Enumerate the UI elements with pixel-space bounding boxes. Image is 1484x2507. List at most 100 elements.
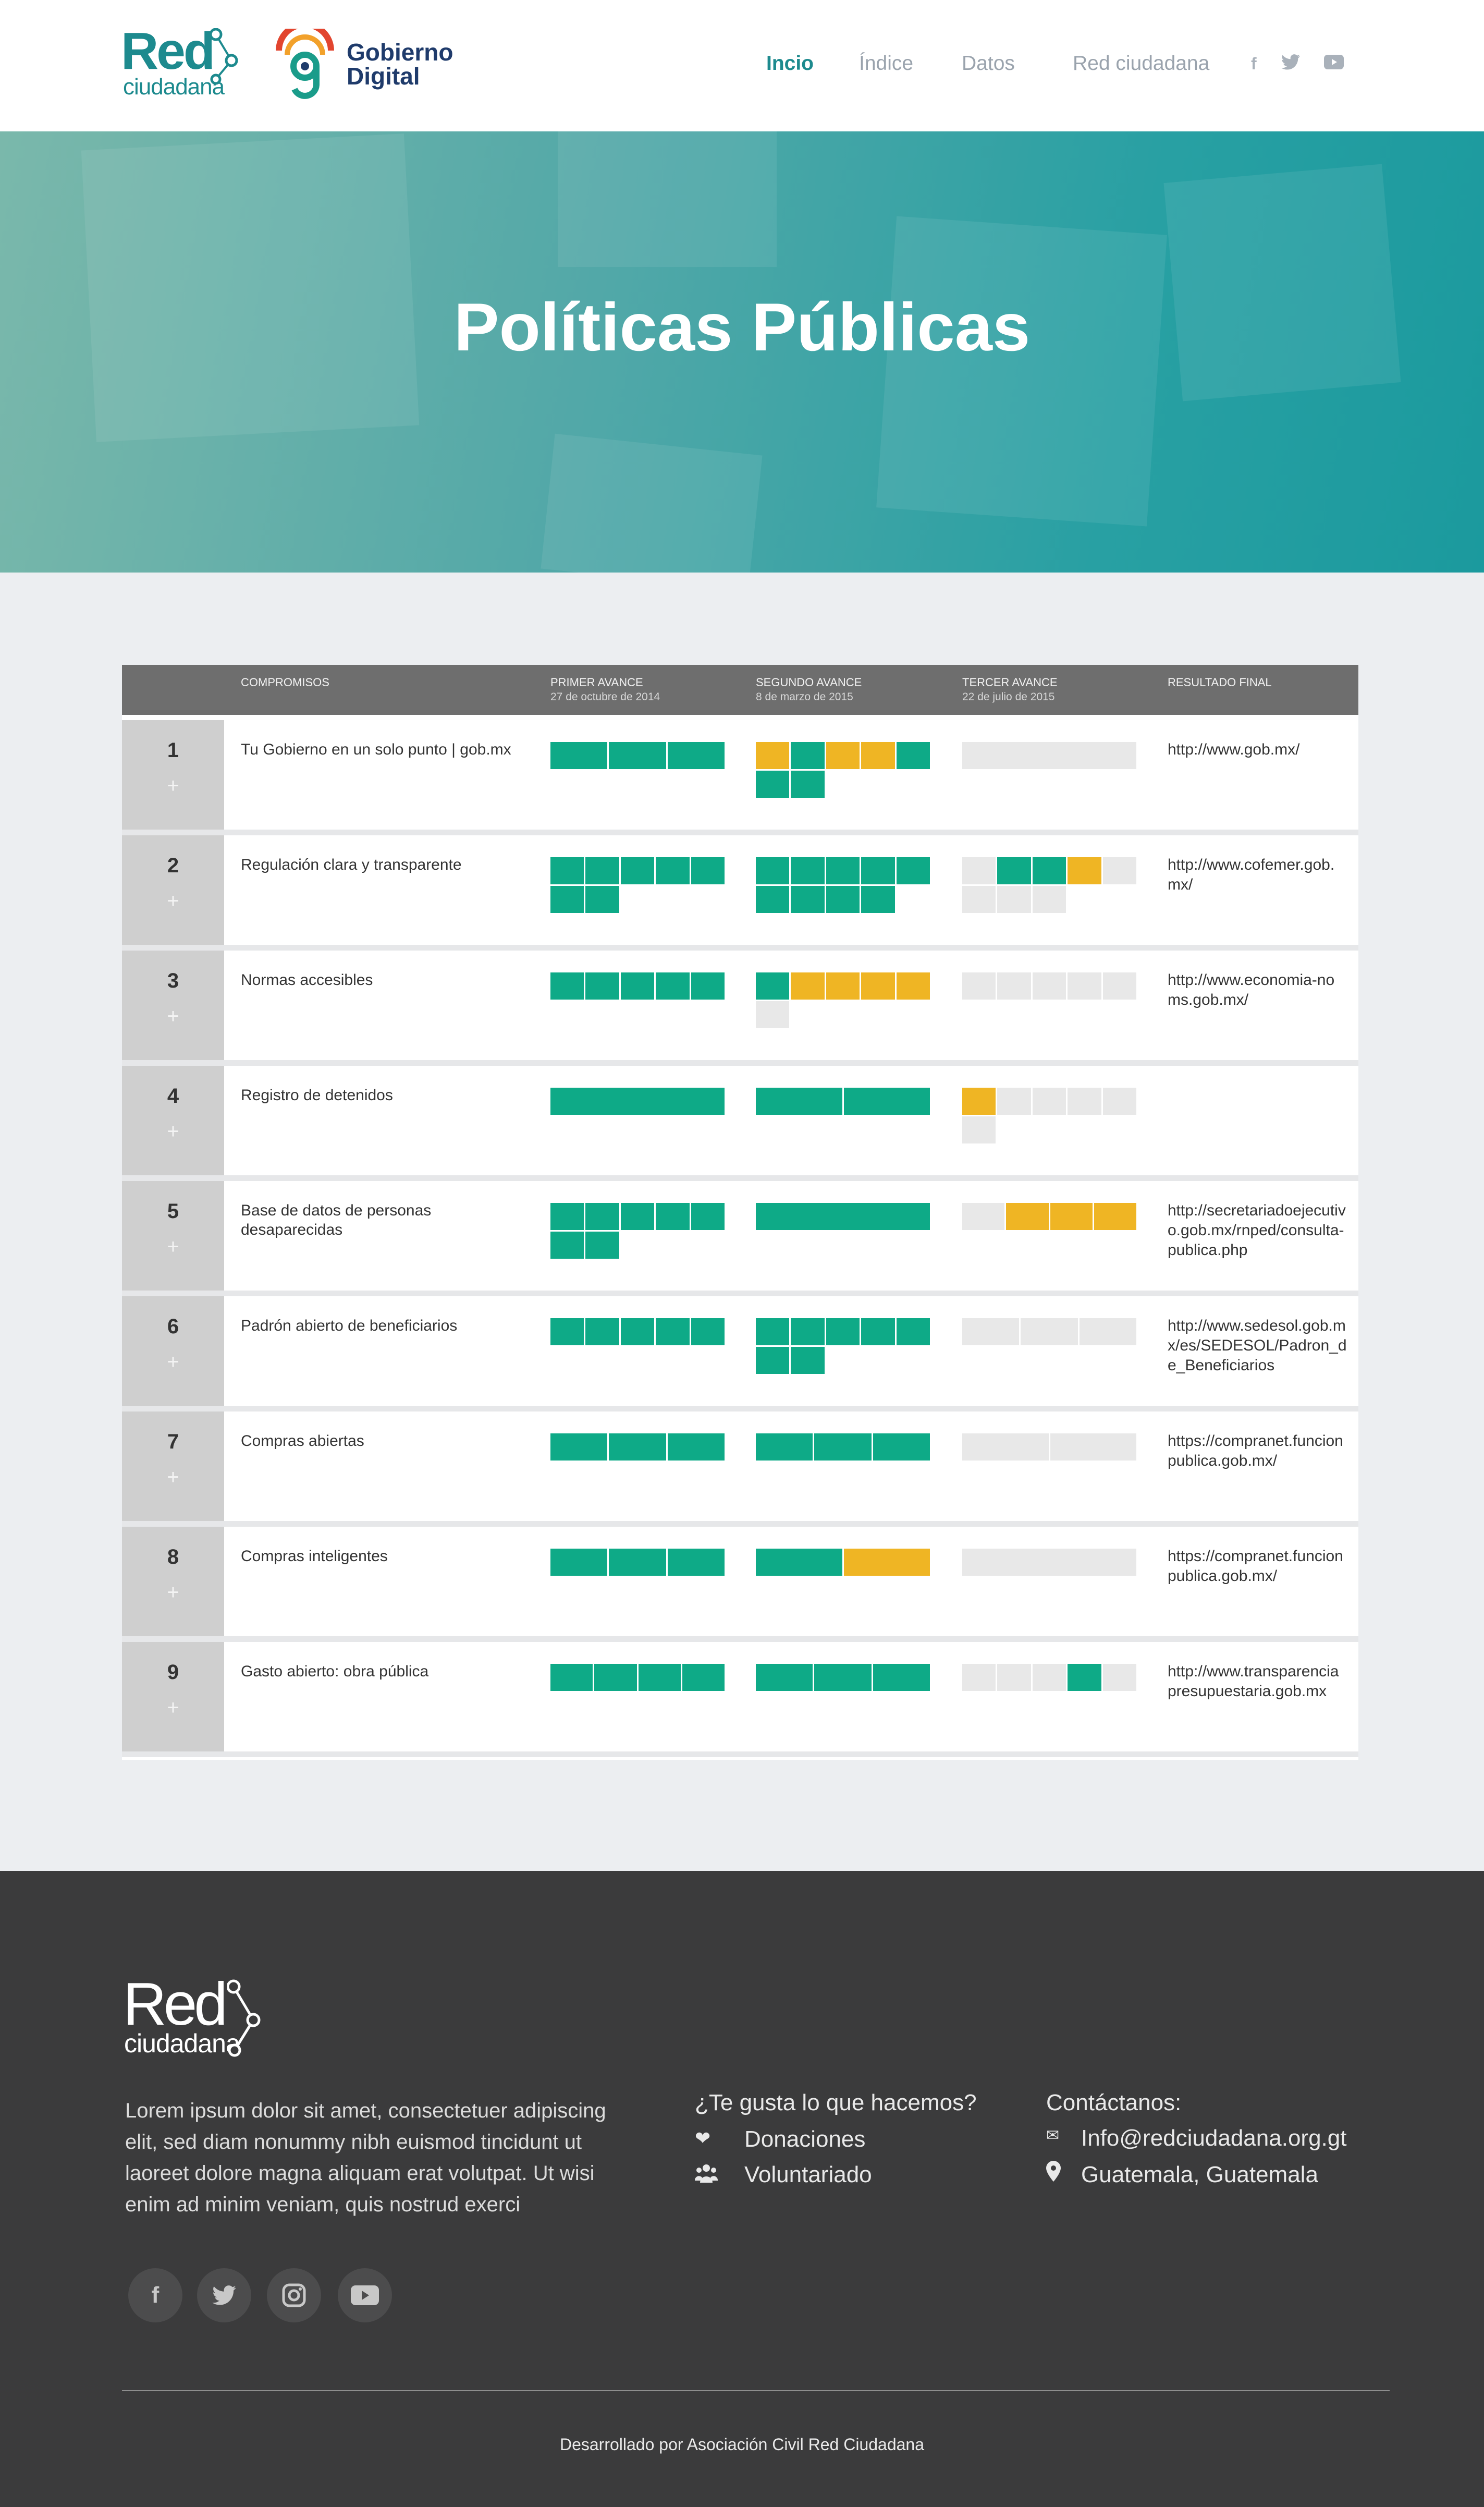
- heart-icon: ❤: [695, 2127, 711, 2149]
- table-row: 1 + Tu Gobierno en un solo punto | gob.mx h…: [122, 720, 1358, 835]
- row-number: 5: [167, 1200, 179, 1223]
- progress-segment-in-progress: [896, 972, 930, 1000]
- footer-red-ciudadana-logo[interactable]: Red ciudadana: [123, 1970, 279, 2059]
- progress-segment-complete: [756, 1433, 813, 1461]
- expand-row-plus-icon[interactable]: +: [122, 1581, 224, 1604]
- resultado-final-link[interactable]: http://www.transparenciapresupuestaria.g…: [1168, 1662, 1347, 1701]
- progress-segment-complete: [691, 1318, 725, 1345]
- resultado-final-link[interactable]: http://www.economia-noms.gob.mx/: [1168, 970, 1347, 1010]
- column-header-resultado-final: RESULTADO FINAL: [1168, 676, 1272, 689]
- progress-segment-complete: [756, 972, 790, 1000]
- commitment-title: Tu Gobierno en un solo punto | gob.mx: [241, 741, 511, 758]
- footer-logo-red-text: Red: [123, 1970, 228, 2038]
- network-nodes-icon: [227, 1979, 261, 2057]
- progress-segment-complete: [620, 972, 655, 1000]
- progress-segment-pending: [962, 972, 996, 1000]
- row-number: 2: [167, 854, 179, 877]
- column-header-compromisos: COMPROMISOS: [241, 676, 329, 689]
- youtube-icon[interactable]: [1324, 54, 1344, 74]
- progress-segment-pending: [1079, 1318, 1136, 1345]
- resultado-final-link[interactable]: https://compranet.funcionpublica.gob.mx/: [1168, 1547, 1347, 1586]
- expand-row-plus-icon[interactable]: +: [122, 774, 224, 798]
- expand-row-plus-icon[interactable]: +: [122, 1696, 224, 1720]
- progress-segment-in-progress: [1050, 1203, 1093, 1230]
- progress-segment-in-progress: [962, 1088, 996, 1115]
- progress-segment-complete: [756, 1203, 930, 1230]
- progress-segment-pending: [997, 1088, 1031, 1115]
- table-row: 9 + Gasto abierto: obra pública http://www.…: [122, 1642, 1358, 1757]
- nav-item-datos[interactable]: Datos: [962, 52, 1015, 75]
- progress-segment-complete: [550, 1232, 584, 1259]
- progress-segment-complete: [585, 1232, 619, 1259]
- red-ciudadana-logo[interactable]: Red ciudadana: [121, 25, 246, 103]
- expand-row-plus-icon[interactable]: +: [122, 1235, 224, 1259]
- resultado-final-link[interactable]: http://www.cofemer.gob.mx/: [1168, 855, 1347, 895]
- facebook-icon[interactable]: f: [1251, 54, 1257, 74]
- table-row: 7 + Compras abiertas https://compranet.func…: [122, 1411, 1358, 1527]
- row-number-cell: 4 +: [122, 1066, 224, 1175]
- expand-row-plus-icon[interactable]: +: [122, 890, 224, 913]
- footer-contact-heading: Contáctanos:: [1046, 2090, 1182, 2115]
- progress-segment-pending: [1050, 1433, 1136, 1461]
- facebook-icon[interactable]: f: [128, 2268, 182, 2322]
- progress-segment-complete: [873, 1433, 930, 1461]
- expand-row-plus-icon[interactable]: +: [122, 1005, 224, 1028]
- commitment-title: Padrón abierto de beneficiarios: [241, 1317, 458, 1334]
- progress-segment-pending: [1032, 1664, 1066, 1691]
- progress-segment-complete: [656, 1318, 690, 1345]
- column-header-tercer-avance: TERCER AVANCE 22 de julio de 2015: [962, 676, 1058, 703]
- column-header-primer-avance: PRIMER AVANCE 27 de octubre de 2014: [550, 676, 660, 703]
- twitter-icon[interactable]: [197, 2268, 251, 2322]
- table-row: 6 + Padrón abierto de beneficiarios http://…: [122, 1296, 1358, 1411]
- row-number-cell: 8 +: [122, 1527, 224, 1636]
- progress-segment-complete: [609, 1433, 666, 1461]
- table-row: 4 + Registro de detenidos: [122, 1066, 1358, 1181]
- expand-row-plus-icon[interactable]: +: [122, 1466, 224, 1489]
- gobierno-digital-logo[interactable]: Gobierno Digital: [274, 29, 461, 102]
- commitments-table: COMPROMISOS PRIMER AVANCE 27 de octubre d…: [122, 665, 1358, 1760]
- row-number-cell: 2 +: [122, 835, 224, 945]
- footer-like-heading: ¿Te gusta lo que hacemos?: [695, 2090, 977, 2115]
- nav-item-red-ciudadana[interactable]: Red ciudadana: [1073, 52, 1209, 75]
- progress-segment-complete: [667, 1433, 725, 1461]
- site-footer: Red ciudadana Lorem ipsum dolor sit amet…: [0, 1871, 1484, 2507]
- row-number-cell: 6 +: [122, 1296, 224, 1406]
- progress-segment-complete: [609, 1549, 666, 1576]
- progress-segment-complete: [843, 1088, 930, 1115]
- progress-segment-complete: [791, 886, 825, 913]
- progress-segment-complete: [585, 857, 619, 884]
- progress-segment-complete: [667, 742, 725, 769]
- table-header: COMPROMISOS PRIMER AVANCE 27 de octubre d…: [122, 665, 1358, 715]
- resultado-final-link[interactable]: https://compranet.funcionpublica.gob.mx/: [1168, 1431, 1347, 1471]
- progress-segment-complete: [667, 1549, 725, 1576]
- table-row: 3 + Normas accesibles http://www.economia-n…: [122, 951, 1358, 1066]
- progress-segment-complete: [585, 1318, 619, 1345]
- group-icon: [694, 2163, 718, 2188]
- progress-segment-complete: [585, 1203, 619, 1230]
- logo-red-text: Red: [121, 22, 215, 80]
- site-header: Red ciudadana Gobierno Digital Incio Índ…: [0, 0, 1484, 132]
- resultado-final-link[interactable]: http://www.gob.mx/: [1168, 740, 1347, 760]
- row-number: 1: [167, 739, 179, 762]
- progress-segment-complete: [550, 886, 584, 913]
- progress-segment-pending: [962, 1433, 1049, 1461]
- progress-segment-complete: [620, 857, 655, 884]
- donaciones-link[interactable]: Donaciones: [744, 2126, 865, 2152]
- resultado-final-link[interactable]: http://www.sedesol.gob.mx/es/SEDESOL/Pad…: [1168, 1316, 1347, 1376]
- expand-row-plus-icon[interactable]: +: [122, 1350, 224, 1374]
- gobierno-digital-emblem-icon: [276, 29, 334, 99]
- progress-segment-complete: [896, 1318, 930, 1345]
- expand-row-plus-icon[interactable]: +: [122, 1120, 224, 1143]
- voluntariado-link[interactable]: Voluntariado: [744, 2162, 872, 2188]
- logo-digital-text: Digital: [347, 63, 420, 90]
- commitment-title: Compras inteligentes: [241, 1548, 388, 1565]
- contact-email-link[interactable]: Info@redciudadana.org.gt: [1081, 2125, 1346, 2151]
- nav-item-indice[interactable]: Índice: [859, 52, 913, 75]
- nav-item-inicio[interactable]: Incio: [766, 52, 814, 75]
- instagram-icon[interactable]: [267, 2268, 321, 2322]
- resultado-final-link[interactable]: http://secretariadoejecutivo.gob.mx/rnpe…: [1168, 1201, 1347, 1260]
- progress-segment-pending: [1032, 1088, 1066, 1115]
- youtube-icon[interactable]: [338, 2268, 392, 2322]
- progress-segment-in-progress: [791, 972, 825, 1000]
- twitter-icon[interactable]: [1281, 54, 1300, 74]
